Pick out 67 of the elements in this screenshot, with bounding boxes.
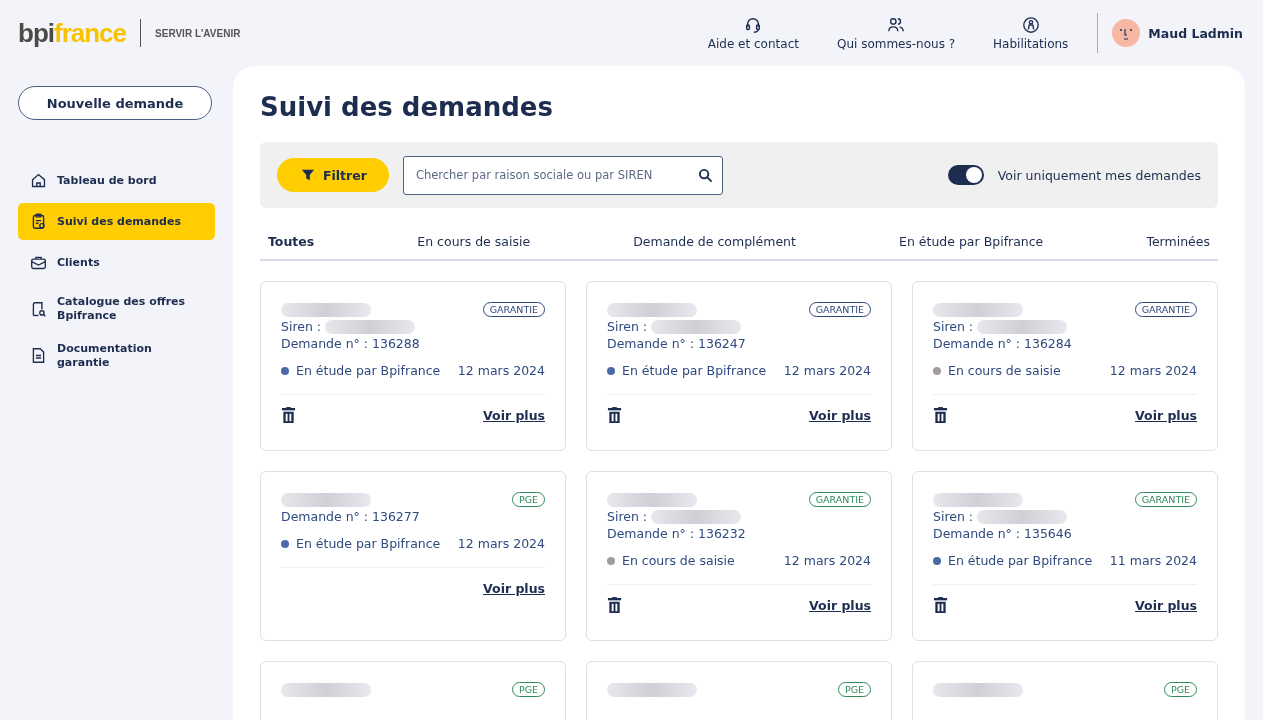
status-text: En cours de saisie [622,553,735,568]
headset-icon [744,15,763,34]
page-title: Suivi des demandes [260,92,554,122]
request-date: 12 mars 2024 [457,363,545,378]
siren-label: Siren : [607,509,648,524]
toggle-switch[interactable] [947,165,984,185]
see-more-link[interactable]: Voir plus [809,408,871,423]
tagline: SERVIR L'AVENIR [155,27,241,39]
search-field[interactable]: Chercher par raison sociale ou par SIREN [402,155,723,195]
sidebar-item[interactable]: Tableau de bord [18,162,215,199]
trash-icon[interactable] [933,597,948,614]
trash-icon[interactable] [933,407,948,424]
briefcase-icon [30,254,47,271]
nav-link[interactable]: Qui sommes-nous ? [817,15,975,51]
status-text: En étude par Bpifrance [622,363,767,378]
clipboard-icon [30,213,47,230]
new-request-button[interactable]: Nouvelle demande [18,86,212,120]
nav-link[interactable]: Aide et contact [688,15,818,51]
nav-link[interactable]: Habilitations [974,15,1088,51]
siren-label: Siren : [933,319,974,334]
status-text: En étude par Bpifrance [296,536,441,551]
filter-tab[interactable]: En étude par Bpifrance [899,220,1044,259]
see-more-link[interactable]: Voir plus [483,408,545,423]
sidebar-item[interactable]: Catalogue des offres Bpifrance [18,285,215,333]
filter-tab[interactable]: Terminées [1146,220,1210,259]
sidebar-item[interactable]: Documentation garantie [18,337,215,374]
catalog-search-icon [30,300,47,318]
filter-tab[interactable]: Toutes [268,220,315,259]
request-date: 12 mars 2024 [457,536,545,551]
toggle-label: Voir uniquement mes demandes [997,167,1201,183]
see-more-link[interactable]: Voir plus [483,581,545,596]
people-icon [887,15,905,34]
request-date: 12 mars 2024 [783,363,871,378]
document-icon [30,347,47,364]
filter-icon [301,168,315,182]
request-date: 12 mars 2024 [1109,363,1197,378]
see-more-link[interactable]: Voir plus [809,598,871,613]
avatar-icon [1112,19,1141,47]
user-name[interactable]: Maud Ladmin [1148,25,1243,41]
request-date: 12 mars 2024 [783,553,871,568]
trash-icon[interactable] [281,407,296,424]
brand-logo: bpifrance [18,17,127,49]
trash-icon[interactable] [607,407,622,424]
sidebar-item[interactable]: Clients [18,244,215,281]
see-more-link[interactable]: Voir plus [1135,598,1197,613]
filter-tab[interactable]: En cours de saisie [417,220,531,259]
person-badge-icon [1021,15,1040,34]
status-text: En étude par Bpifrance [296,363,441,378]
request-number: Demande n° : 136284 [933,336,1073,351]
filter-button[interactable]: Filtrer [277,158,389,192]
siren-label: Siren : [607,319,648,334]
trash-icon[interactable] [607,597,622,614]
request-number: Demande n° : 136288 [281,336,421,351]
request-number: Demande n° : 136277 [281,509,421,524]
siren-label: Siren : [281,319,322,334]
home-icon [30,172,47,189]
filter-tab[interactable]: Demande de complément [633,220,796,259]
status-text: En étude par Bpifrance [948,553,1093,568]
request-date: 11 mars 2024 [1109,553,1197,568]
status-text: En cours de saisie [948,363,1061,378]
search-icon [697,167,713,183]
see-more-link[interactable]: Voir plus [1135,408,1197,423]
siren-label: Siren : [933,509,974,524]
sidebar-item[interactable]: Suivi des demandes [18,203,215,240]
request-number: Demande n° : 136247 [607,336,747,351]
request-number: Demande n° : 135646 [933,526,1073,541]
request-number: Demande n° : 136232 [607,526,747,541]
